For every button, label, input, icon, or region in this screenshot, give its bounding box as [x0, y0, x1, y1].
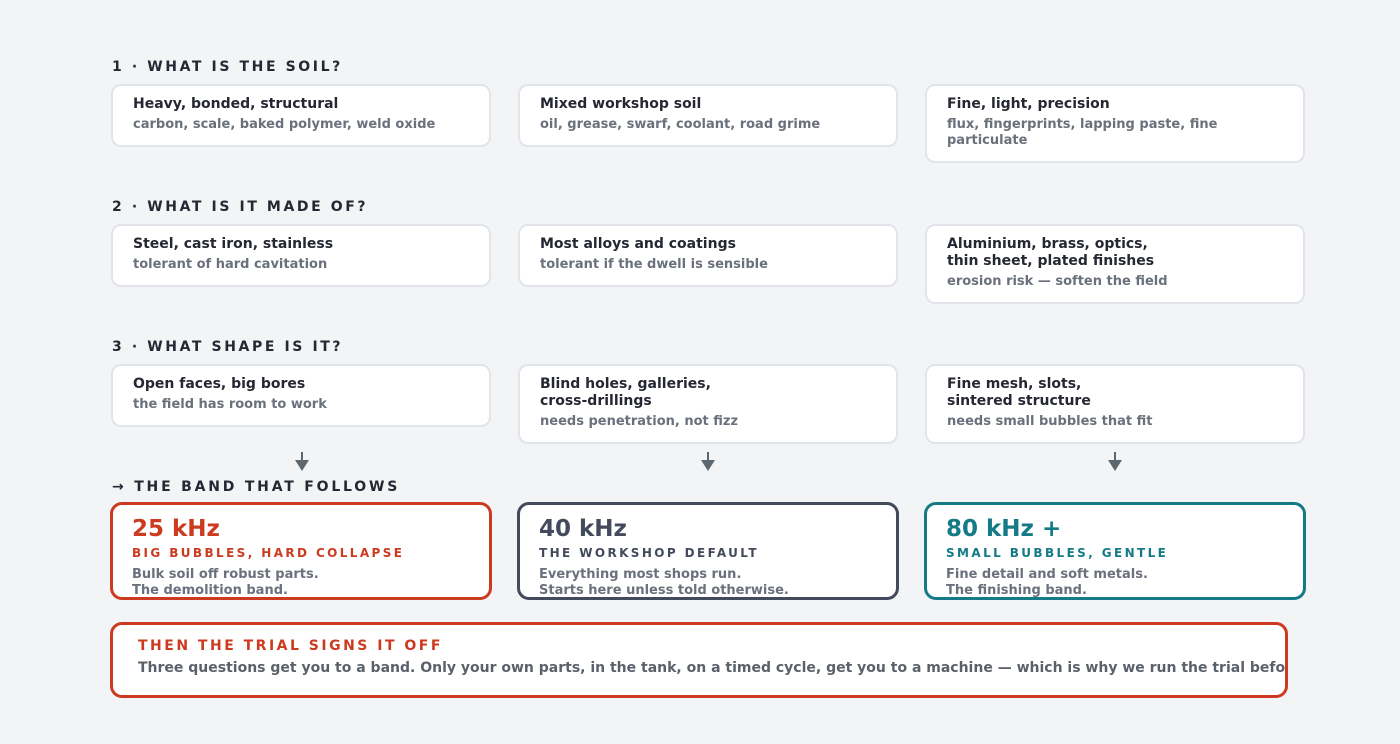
down-arrow-icon — [295, 452, 309, 471]
card-title: Fine mesh, slots, sintered structure — [947, 376, 1091, 409]
band-description: Everything most shops run. Starts here u… — [539, 567, 789, 598]
band-frequency: 80 kHz + — [946, 516, 1062, 542]
section-3-title: 3 · WHAT SHAPE IS IT? — [112, 339, 344, 355]
card-subtitle: the field has room to work — [133, 397, 327, 412]
shape-fine-card: Fine mesh, slots, sintered structure nee… — [925, 364, 1305, 444]
band-frequency: 40 kHz — [539, 516, 627, 542]
card-subtitle: tolerant if the dwell is sensible — [540, 257, 768, 272]
down-arrow-icon — [701, 452, 715, 471]
band-tagline: THE WORKSHOP DEFAULT — [539, 546, 759, 560]
band-tagline: BIG BUBBLES, HARD COLLAPSE — [132, 546, 405, 560]
card-subtitle: needs small bubbles that fit — [947, 414, 1153, 429]
band-tagline: SMALL BUBBLES, GENTLE — [946, 546, 1169, 560]
band-frequency: 25 kHz — [132, 516, 220, 542]
card-title: Steel, cast iron, stainless — [133, 236, 334, 252]
card-subtitle: carbon, scale, baked polymer, weld oxide — [133, 117, 436, 132]
card-subtitle: needs penetration, not fizz — [540, 414, 739, 429]
card-title: Aluminium, brass, optics, thin sheet, pl… — [947, 236, 1155, 269]
card-title: Mixed workshop soil — [540, 96, 702, 112]
material-alloys-card: Most alloys and coatings tolerant if the… — [518, 224, 898, 287]
card-title: Most alloys and coatings — [540, 236, 736, 252]
card-title: Open faces, big bores — [133, 376, 306, 392]
card-subtitle: erosion risk — soften the field — [947, 274, 1168, 289]
trial-title: THEN THE TRIAL SIGNS IT OFF — [138, 638, 443, 654]
card-title: Blind holes, galleries, cross-drillings — [540, 376, 711, 409]
card-subtitle: oil, grease, swarf, coolant, road grime — [540, 117, 821, 132]
card-subtitle: flux, fingerprints, lapping paste, fine … — [947, 117, 1218, 148]
soil-heavy-card: Heavy, bonded, structural carbon, scale,… — [111, 84, 491, 147]
down-arrow-icon — [1108, 452, 1122, 471]
section-2-title: 2 · WHAT IS IT MADE OF? — [112, 199, 369, 215]
band-25khz-card: 25 kHz BIG BUBBLES, HARD COLLAPSE Bulk s… — [110, 502, 492, 600]
band-40khz-card: 40 kHz THE WORKSHOP DEFAULT Everything m… — [517, 502, 899, 600]
trial-callout: THEN THE TRIAL SIGNS IT OFF Three questi… — [110, 622, 1288, 698]
band-heading: → THE BAND THAT FOLLOWS — [112, 479, 401, 495]
band-description: Fine detail and soft metals. The finishi… — [946, 567, 1148, 598]
trial-body: Three questions get you to a band. Only … — [138, 660, 1288, 676]
soil-mixed-card: Mixed workshop soil oil, grease, swarf, … — [518, 84, 898, 147]
card-title: Heavy, bonded, structural — [133, 96, 339, 112]
card-title: Fine, light, precision — [947, 96, 1110, 112]
material-steel-card: Steel, cast iron, stainless tolerant of … — [111, 224, 491, 287]
card-subtitle: tolerant of hard cavitation — [133, 257, 328, 272]
band-description: Bulk soil off robust parts. The demoliti… — [132, 567, 319, 598]
material-soft-card: Aluminium, brass, optics, thin sheet, pl… — [925, 224, 1305, 304]
shape-open-card: Open faces, big bores the field has room… — [111, 364, 491, 427]
band-80khz-card: 80 kHz + SMALL BUBBLES, GENTLE Fine deta… — [924, 502, 1306, 600]
shape-blind-card: Blind holes, galleries, cross-drillings … — [518, 364, 898, 444]
section-1-title: 1 · WHAT IS THE SOIL? — [112, 59, 343, 75]
soil-fine-card: Fine, light, precision flux, fingerprint… — [925, 84, 1305, 163]
